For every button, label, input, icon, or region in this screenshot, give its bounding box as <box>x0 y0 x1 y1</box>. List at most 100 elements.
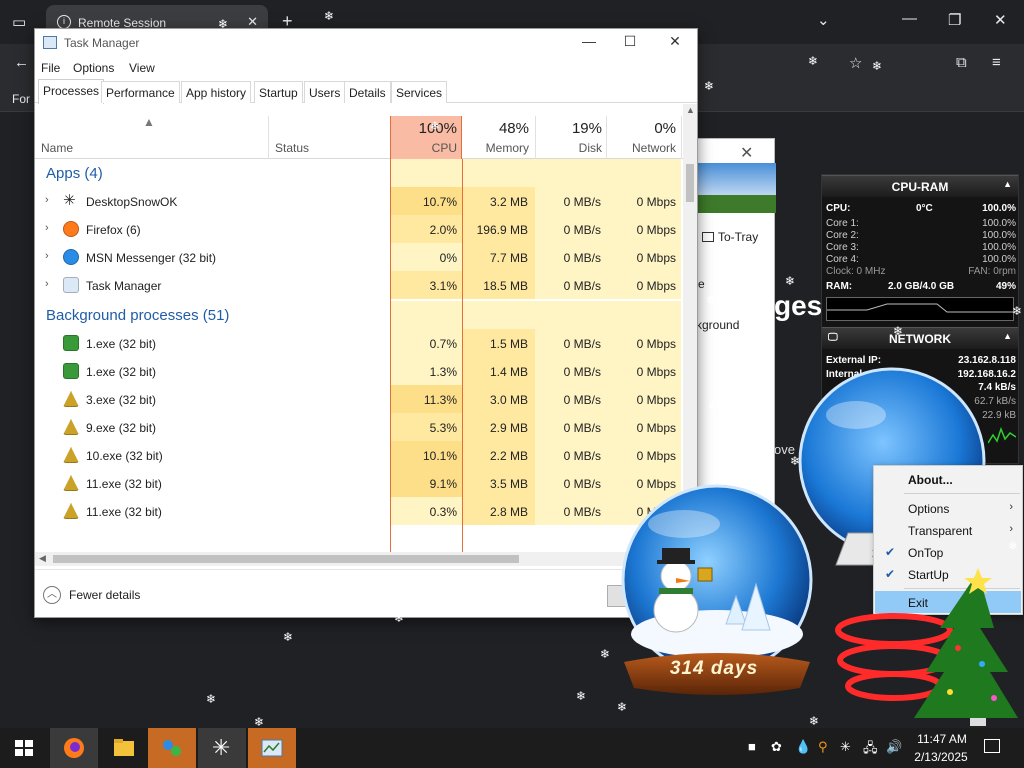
expand-chevron-icon[interactable]: › <box>45 194 49 206</box>
menu-options[interactable]: Options › <box>875 497 1021 519</box>
tab-services[interactable]: Services <box>391 81 448 103</box>
tree-icon <box>63 503 79 519</box>
process-row[interactable]: 11.exe (32 bit) 9.1% 3.5 MB 0 MB/s 0 Mbps <box>35 469 683 497</box>
taskbar-clock-date[interactable]: 2/13/2025 <box>908 750 974 764</box>
group-header[interactable]: Background processes (51) <box>35 301 683 329</box>
snowflake-icon: ❄ <box>872 59 883 73</box>
column-status[interactable]: Status <box>275 141 309 155</box>
volume-icon[interactable]: 🔊 <box>886 739 902 755</box>
process-row[interactable]: › Firefox (6) 2.0% 196.9 MB 0 MB/s 0 Mbps <box>35 215 683 243</box>
menu-file[interactable]: File <box>41 61 60 75</box>
process-row[interactable]: › ✳ DesktopSnowOK 10.7% 3.2 MB 0 MB/s 0 Mbps <box>35 187 683 215</box>
column-name[interactable]: Name <box>41 141 73 155</box>
core-label: Core 1: <box>826 218 859 229</box>
chevron-up-icon[interactable]: ︿ <box>43 586 61 604</box>
taskbar-task-manager[interactable] <box>248 728 296 768</box>
horizontal-scrollbar[interactable]: ◀ ▶ <box>35 552 683 566</box>
cpu-ram-header: CPU-RAM ▲ <box>822 175 1018 197</box>
process-row[interactable]: › MSN Messenger (32 bit) 0% 7.7 MB 0 MB/s 0 M… <box>35 243 683 271</box>
column-network[interactable]: Network <box>606 141 676 155</box>
network-icon[interactable]: 🖧 <box>863 739 878 761</box>
process-row[interactable]: 11.exe (32 bit)0.3%2.8 MB0 MB/s0 Mbps <box>35 497 683 525</box>
network-total[interactable]: 0% <box>606 120 676 137</box>
column-disk[interactable]: Disk <box>535 141 602 155</box>
window-restore-icon[interactable]: ❐ <box>948 11 961 29</box>
process-row[interactable]: 9.exe (32 bit) 5.3% 2.9 MB 0 MB/s 0 Mbps <box>35 413 683 441</box>
window-close-icon[interactable]: ✕ <box>994 11 1007 29</box>
expand-chevron-icon[interactable]: › <box>45 222 49 234</box>
taskbar-desktopsnow[interactable]: ✳ <box>198 728 246 768</box>
tray-drop-icon[interactable]: 💧 <box>795 739 811 755</box>
bg-window-close-icon[interactable]: ✕ <box>740 143 753 163</box>
tab-performance[interactable]: Performance <box>101 81 180 103</box>
process-cpu-cell: 0% <box>390 243 462 271</box>
process-row[interactable]: 3.exe (32 bit) 11.3% 3.0 MB 0 MB/s 0 Mbps <box>35 385 683 413</box>
process-row[interactable]: 1.exe (32 bit) 1.3% 1.4 MB 0 MB/s 0 Mbps <box>35 357 683 385</box>
tray-snowflake-icon[interactable]: ✳ <box>840 739 851 755</box>
menu-view[interactable]: View <box>129 61 155 75</box>
menu-about[interactable]: About... <box>875 468 1021 490</box>
process-row[interactable]: 10.exe (32 bit) 10.1% 2.2 MB 0 MB/s 0 Mbps <box>35 441 683 469</box>
maximize-button[interactable]: ☐ <box>610 33 650 53</box>
tab-strip: Processes Performance App history Startu… <box>35 79 697 104</box>
process-disk-cell: 0 MB/s <box>535 413 606 441</box>
disk-total[interactable]: 19% <box>535 120 602 137</box>
column-cpu[interactable]: CPU <box>390 141 457 155</box>
taskbar-msn[interactable] <box>148 728 196 768</box>
ram-percent: 49% <box>995 281 1016 292</box>
tab-app-history[interactable]: App history <box>181 81 252 103</box>
close-button[interactable]: ✕ <box>655 33 695 53</box>
expand-chevron-icon[interactable]: › <box>45 278 49 290</box>
window-minimize-icon[interactable]: — <box>902 10 917 27</box>
tab-overview-icon[interactable]: ▭ <box>12 13 26 31</box>
tray-app-icon[interactable]: ✿ <box>771 739 782 755</box>
taskbar-firefox[interactable] <box>50 728 98 768</box>
tab-users[interactable]: Users <box>304 81 346 103</box>
bookmark-item[interactable]: For <box>12 92 30 106</box>
process-row[interactable]: 1.exe (32 bit) 0.7% 1.5 MB 0 MB/s 0 Mbps <box>35 329 683 357</box>
process-net-cell: 0 Mbps <box>606 413 681 441</box>
column-memory[interactable]: Memory <box>462 141 529 155</box>
menu-icon[interactable]: ≡ <box>992 54 1001 71</box>
tab-list-chevron-icon[interactable]: ⌄ <box>817 11 830 29</box>
menu-options-label: Options <box>908 502 950 516</box>
cpu-total[interactable]: 100% <box>390 120 457 137</box>
vertical-scroll-thumb[interactable] <box>686 164 694 202</box>
snowflake-icon: ✳ <box>212 735 231 760</box>
memory-total[interactable]: 48% <box>462 120 529 137</box>
menu-transparent[interactable]: Transparent › <box>875 519 1021 541</box>
notification-icon[interactable] <box>984 739 1000 753</box>
minimize-button[interactable]: — <box>569 33 609 53</box>
menu-ontop[interactable]: ✔ OnTop <box>875 541 1021 563</box>
tray-search-icon[interactable]: ⚲ <box>818 739 828 755</box>
ram-label: RAM: <box>826 281 853 292</box>
process-mem-cell: 1.4 MB <box>462 357 535 385</box>
expand-chevron-icon[interactable]: › <box>45 250 49 262</box>
task-manager-titlebar[interactable]: Task Manager — ☐ ✕ <box>35 29 697 57</box>
process-cpu-cell: 1.3% <box>390 357 462 385</box>
snowflake-icon: ❄ <box>324 9 335 23</box>
process-mem-cell: 18.5 MB <box>462 271 535 299</box>
collapse-arrow-icon[interactable]: ▲ <box>1003 331 1012 341</box>
tab-processes[interactable]: Processes <box>38 79 105 104</box>
tab-details[interactable]: Details <box>344 81 391 103</box>
scroll-up-arrow-icon[interactable]: ▲ <box>686 105 695 115</box>
to-tray-button[interactable]: To-Tray <box>696 225 776 249</box>
fewer-details-link[interactable]: Fewer details <box>69 588 140 602</box>
back-arrow-icon[interactable]: ← <box>14 54 29 71</box>
extensions-icon[interactable]: ⧉ <box>956 54 967 71</box>
bookmark-star-icon[interactable]: ☆ <box>849 54 862 72</box>
scroll-left-arrow-icon[interactable]: ◀ <box>39 553 46 564</box>
collapse-arrow-icon[interactable]: ▲ <box>1003 179 1012 189</box>
taskbar-clock-time[interactable]: 11:47 AM <box>912 732 972 746</box>
taskbar-file-explorer[interactable] <box>100 728 148 768</box>
menu-options[interactable]: Options <box>73 61 114 75</box>
group-header[interactable]: Apps (4) <box>35 159 683 187</box>
tray-app-icon[interactable]: ■ <box>748 739 756 754</box>
process-row[interactable]: › Task Manager 3.1% 18.5 MB 0 MB/s 0 Mbps <box>35 271 683 299</box>
tab-startup[interactable]: Startup <box>254 81 303 103</box>
horizontal-scroll-thumb[interactable] <box>53 555 519 563</box>
core-label: Core 2: <box>826 230 859 241</box>
start-button[interactable] <box>0 728 48 768</box>
bg-window-text: e <box>698 277 705 291</box>
